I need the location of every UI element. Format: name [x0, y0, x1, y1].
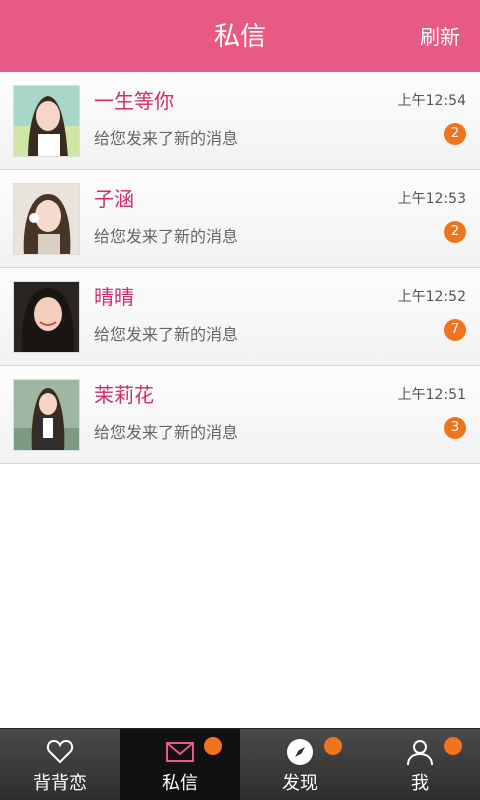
- refresh-button[interactable]: 刷新: [420, 0, 460, 72]
- avatar: [13, 183, 80, 255]
- bottom-tab-bar: 背背恋 私信 发现 我: [0, 728, 480, 800]
- mail-icon: [166, 742, 194, 762]
- message-preview: 给您发来了新的消息: [94, 325, 239, 344]
- tab-label: 私信: [162, 773, 198, 794]
- unread-badge: 3: [444, 417, 466, 439]
- message-item[interactable]: 晴晴 上午12:52 给您发来了新的消息 7: [0, 268, 480, 366]
- message-time: 上午12:52: [397, 289, 466, 305]
- tab-beibeilian[interactable]: 背背恋: [0, 729, 120, 800]
- contact-name: 茉莉花: [94, 383, 154, 407]
- message-preview: 给您发来了新的消息: [94, 227, 239, 246]
- tab-label: 发现: [282, 773, 318, 794]
- message-time: 上午12:53: [397, 191, 466, 207]
- compass-icon: [287, 739, 313, 765]
- tab-messages[interactable]: 私信: [120, 729, 240, 800]
- message-time: 上午12:54: [397, 93, 466, 109]
- notification-dot: [204, 737, 222, 755]
- avatar: [13, 281, 80, 353]
- message-preview: 给您发来了新的消息: [94, 129, 239, 148]
- person-icon: [407, 740, 433, 766]
- contact-name: 一生等你: [94, 89, 174, 113]
- page-title: 私信: [213, 22, 266, 52]
- header-bar: 私信 刷新: [0, 0, 480, 72]
- app-root: 私信 刷新 一生等你 上午12:54 给您发来了新的消息 2 子涵 上午12:5…: [0, 0, 480, 800]
- message-list: 一生等你 上午12:54 给您发来了新的消息 2 子涵 上午12:53 给您发来…: [0, 72, 480, 464]
- notification-dot: [444, 737, 462, 755]
- message-item[interactable]: 子涵 上午12:53 给您发来了新的消息 2: [0, 170, 480, 268]
- avatar: [13, 85, 80, 157]
- heart-icon: [46, 739, 74, 764]
- tab-label: 背背恋: [33, 773, 87, 794]
- tab-me[interactable]: 我: [360, 729, 480, 800]
- message-item[interactable]: 茉莉花 上午12:51 给您发来了新的消息 3: [0, 366, 480, 464]
- tab-label: 我: [411, 773, 429, 794]
- notification-dot: [324, 737, 342, 755]
- contact-name: 子涵: [94, 187, 134, 211]
- unread-badge: 7: [444, 319, 466, 341]
- message-time: 上午12:51: [397, 387, 466, 403]
- contact-name: 晴晴: [94, 285, 134, 309]
- avatar: [13, 379, 80, 451]
- message-preview: 给您发来了新的消息: [94, 423, 239, 442]
- message-item[interactable]: 一生等你 上午12:54 给您发来了新的消息 2: [0, 72, 480, 170]
- unread-badge: 2: [444, 221, 466, 243]
- tab-discover[interactable]: 发现: [240, 729, 360, 800]
- unread-badge: 2: [444, 123, 466, 145]
